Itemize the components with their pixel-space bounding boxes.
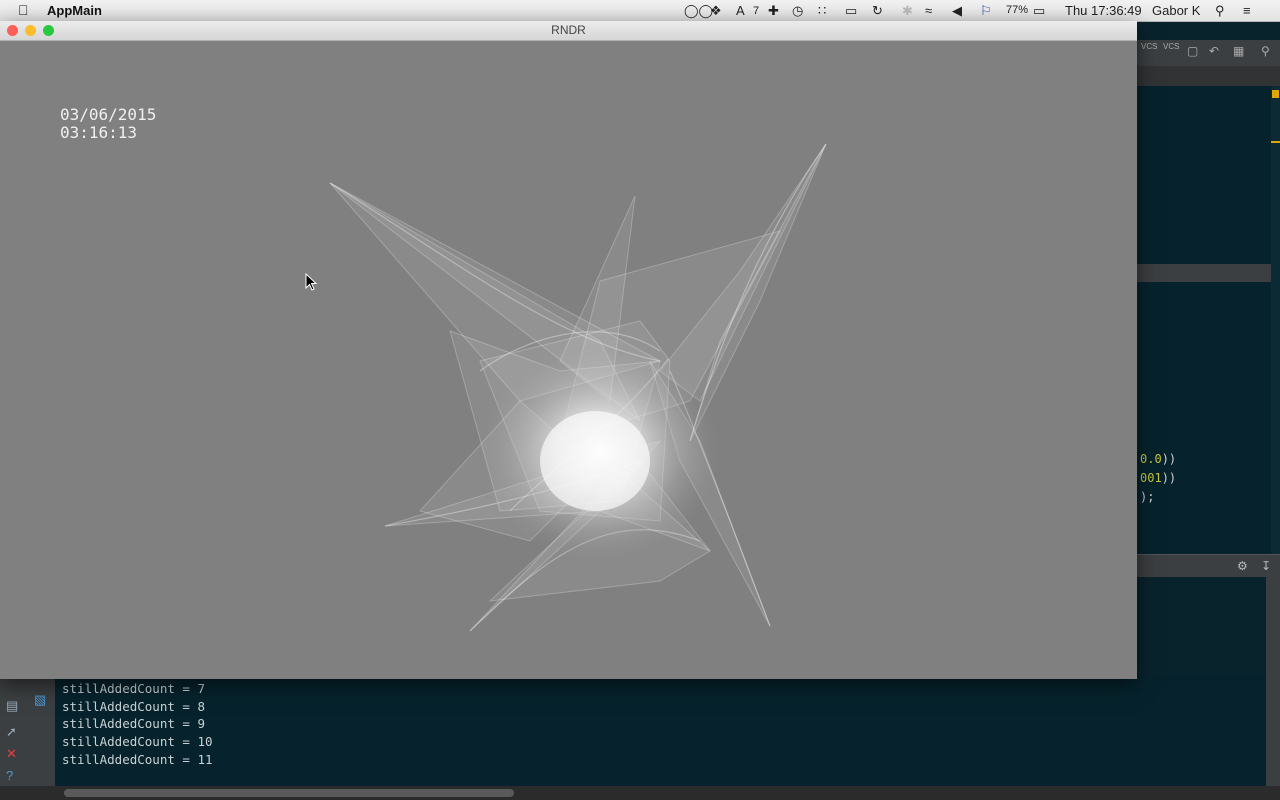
- rndr-window[interactable]: RNDR 03/06/2015 03:16:13: [0, 21, 1137, 679]
- list-icon[interactable]: ≡: [1243, 3, 1251, 18]
- console-line: stillAddedCount = 7: [62, 681, 205, 696]
- vcs-commit-icon[interactable]: VCS: [1163, 42, 1179, 51]
- hide-panel-icon[interactable]: ↧: [1261, 559, 1271, 573]
- close-icon[interactable]: ✕: [6, 746, 17, 762]
- flag-icon[interactable]: ⚐: [980, 3, 992, 18]
- wifi-icon[interactable]: ≈: [925, 3, 932, 18]
- clock[interactable]: Thu 17:36:49: [1065, 3, 1142, 18]
- vcs-update-icon[interactable]: VCS: [1141, 42, 1157, 51]
- volume-icon[interactable]: ◀: [952, 3, 962, 18]
- mouse-cursor-icon: [305, 273, 318, 291]
- trash-icon[interactable]: ▧: [34, 692, 46, 708]
- scrollbar-thumb[interactable]: [64, 789, 514, 797]
- run-toolbar: ▤ ➚ ✕ ?: [0, 676, 27, 786]
- console-line: stillAddedCount = 8: [62, 699, 205, 714]
- console-line: stillAddedCount = 11: [62, 752, 213, 767]
- window-title: RNDR: [551, 23, 586, 37]
- notification-count: 7: [753, 5, 760, 17]
- glasses-icon[interactable]: ◯◯: [684, 3, 713, 18]
- generative-artwork: [329, 143, 827, 632]
- bluetooth-icon[interactable]: ✱: [902, 3, 913, 18]
- code-editor[interactable]: 0.0)) 001)) );: [1137, 282, 1271, 554]
- code-line: 001)): [1140, 471, 1177, 485]
- structure-icon[interactable]: ▦: [1233, 44, 1244, 58]
- app-menu-name[interactable]: AppMain: [47, 3, 102, 18]
- time-stamp: 03:16:13: [60, 123, 138, 142]
- console-output[interactable]: stillAddedCount = 7 stillAddedCount = 8 …: [55, 676, 1266, 786]
- console-line: stillAddedCount = 10: [62, 734, 213, 749]
- render-canvas[interactable]: 03/06/2015 03:16:13: [0, 41, 1137, 679]
- console-line: stillAddedCount = 9: [62, 716, 205, 731]
- code-line: );: [1140, 490, 1155, 504]
- adobe-icon[interactable]: A: [736, 3, 745, 18]
- date-stamp: 03/06/2015: [60, 105, 157, 124]
- help-icon[interactable]: ?: [6, 768, 13, 783]
- user-name[interactable]: Gabor K: [1152, 3, 1200, 18]
- run-panel-header: ⚙ ↧: [1137, 554, 1280, 577]
- horizontal-scrollbar[interactable]: [0, 786, 1280, 800]
- ide-search-icon[interactable]: ⚲: [1261, 44, 1270, 58]
- menu-bar:  AppMain ◯◯ ❖ A 7 ✚ ◷ ∷ ▭ ↻ ✱ ≈ ◀ ⚐ 77%…: [0, 0, 1280, 22]
- code-line: 0.0)): [1140, 452, 1177, 466]
- warning-marker[interactable]: [1272, 90, 1279, 98]
- search-icon[interactable]: ⚲: [1215, 3, 1225, 18]
- window-titlebar[interactable]: RNDR: [0, 21, 1137, 41]
- compare-icon[interactable]: ▢: [1187, 44, 1198, 58]
- grid-icon[interactable]: ∷: [818, 3, 826, 18]
- airplay-icon[interactable]: ▭: [845, 3, 857, 18]
- ide-tab-strip: [1137, 66, 1280, 87]
- console-toolbar: ▧: [27, 676, 55, 786]
- code-editor-top[interactable]: [1137, 86, 1271, 264]
- ide-toolbar: VCS VCS ▢ ↶ ▦ ⚲: [1137, 40, 1280, 66]
- battery-percent: 77%: [1006, 4, 1029, 16]
- error-stripe[interactable]: [1271, 86, 1280, 554]
- layout-icon[interactable]: ▤: [6, 698, 18, 714]
- settings-gear-icon[interactable]: ⚙: [1237, 559, 1248, 573]
- pin-icon[interactable]: ➚: [6, 724, 17, 740]
- battery-icon[interactable]: ▭: [1033, 3, 1045, 18]
- editor-separator: [1137, 264, 1280, 282]
- time-machine-icon[interactable]: ↻: [872, 3, 883, 18]
- apple-icon[interactable]: : [18, 2, 29, 18]
- clock-app-icon[interactable]: ◷: [792, 3, 803, 18]
- vertical-scrollbar[interactable]: [1266, 576, 1280, 786]
- undo-icon[interactable]: ↶: [1209, 44, 1219, 58]
- warning-marker[interactable]: [1271, 141, 1280, 143]
- plus-icon[interactable]: ✚: [768, 3, 779, 18]
- dropbox-icon[interactable]: ❖: [710, 3, 722, 18]
